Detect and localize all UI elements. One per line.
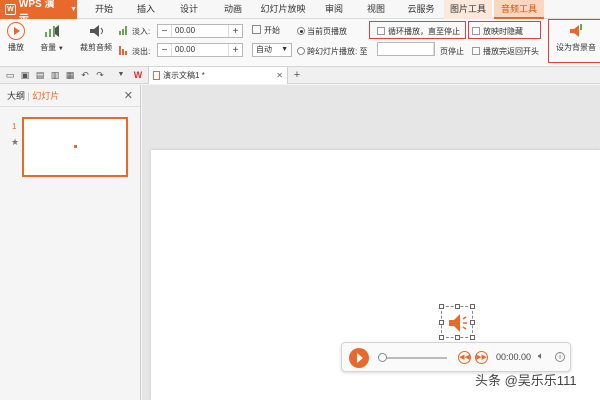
app-menu-button[interactable]: W WPS 演示 ▼ [0, 0, 77, 25]
play-button[interactable]: 播放 [4, 22, 28, 53]
progress-track[interactable] [379, 357, 447, 359]
chevron-down-icon: ▼ [281, 46, 288, 53]
volume-label: 音量 [40, 43, 57, 52]
slide-thumbnail[interactable] [22, 117, 128, 177]
clock-icon [252, 25, 261, 34]
close-icon[interactable]: ✕ [124, 85, 133, 107]
resize-handle[interactable] [455, 304, 460, 309]
preview-icon[interactable]: ▦ [65, 70, 75, 80]
minus-icon[interactable]: − [158, 26, 171, 37]
open-folder-icon[interactable]: ▭ [5, 70, 15, 80]
highlight-box-loop [369, 21, 466, 39]
resize-handle[interactable] [470, 304, 475, 309]
tab-slideshow[interactable]: 幻灯片放映 [258, 0, 308, 19]
menu-bar: W WPS 演示 ▼ 开始 插入 设计 动画 幻灯片放映 审阅 视图 云服务 图… [0, 0, 600, 25]
start-select-value: 自动 [256, 45, 272, 54]
redo-icon[interactable]: ↷ [95, 70, 105, 80]
rewind-checkbox[interactable]: 播放完返回开头 [472, 46, 539, 57]
resize-handle[interactable] [455, 335, 460, 340]
stop-page-value[interactable] [378, 43, 434, 55]
wps-home-icon[interactable]: W [133, 70, 143, 80]
wps-logo-icon: W [5, 4, 16, 15]
tab-audio-tools[interactable]: 音频工具 [494, 0, 544, 19]
fade-out-stepper[interactable]: − 00.00 + [157, 43, 243, 57]
tab-animation[interactable]: 动画 [219, 0, 247, 19]
tab-slides[interactable]: 幻灯片 [32, 91, 59, 101]
tab-design[interactable]: 设计 [175, 0, 203, 19]
tab-view[interactable]: 视图 [362, 0, 390, 19]
speaker-scissors-icon [90, 25, 103, 37]
document-tab[interactable]: 演示文稿1 * ✕ [148, 67, 288, 84]
watermark: 头条 @吴乐乐111 [475, 373, 577, 388]
fade-out-value[interactable]: 00.00 [171, 44, 229, 56]
cross-slide-radio[interactable]: 跨幻灯片播放: 至 [297, 46, 367, 57]
fade-in-stepper[interactable]: − 00.00 + [157, 24, 243, 38]
radio-icon [297, 47, 305, 55]
tab-review[interactable]: 审阅 [320, 0, 348, 19]
page-stop-label: 页停止 [440, 47, 464, 56]
trim-audio-button[interactable]: 裁剪音频 [76, 22, 116, 53]
print-icon[interactable]: ▥ [50, 70, 60, 80]
resize-handle[interactable] [470, 320, 475, 325]
save-icon[interactable]: ▣ [20, 70, 30, 80]
export-icon[interactable]: ▤ [35, 70, 45, 80]
volume-icon[interactable]: 🔈︎ [538, 351, 544, 362]
fade-in-label: 淡入: [132, 27, 151, 36]
fade-in-value[interactable]: 00.00 [171, 25, 229, 37]
close-icon[interactable]: ✕ [276, 67, 283, 84]
chevron-down-icon: ▼ [70, 6, 77, 13]
play-label: 播放 [8, 43, 24, 52]
document-title: 演示文稿1 * [163, 71, 205, 80]
tab-home[interactable]: 开始 [90, 0, 118, 19]
volume-icon [45, 25, 59, 37]
info-icon[interactable]: i [555, 352, 565, 362]
slides-panel: 大纲 | 幻灯片 ✕ 1 ★ [0, 85, 141, 400]
resize-handle[interactable] [470, 335, 475, 340]
highlight-box-hide [468, 21, 541, 39]
audio-player: ◀◀ ▶▶ 00:00.00 🔈︎ i [341, 342, 571, 372]
player-time: 00:00.00 [496, 352, 532, 362]
fade-out-label: 淡出: [132, 47, 151, 56]
trim-audio-label: 裁剪音频 [80, 43, 112, 52]
resize-handle[interactable] [439, 320, 444, 325]
tab-insert[interactable]: 插入 [132, 0, 160, 19]
progress-knob[interactable] [378, 353, 387, 362]
checkbox-icon [472, 47, 480, 55]
document-icon [153, 71, 160, 80]
resize-handle[interactable] [439, 335, 444, 340]
chevron-down-icon[interactable]: ▼ [116, 70, 126, 80]
volume-button[interactable]: 音量 ▼ [36, 22, 68, 53]
rewind-icon[interactable]: ◀◀ [458, 351, 471, 364]
panel-tabs: 大纲 | 幻灯片 ✕ [0, 85, 140, 107]
add-tab-icon[interactable]: + [292, 70, 302, 81]
radio-icon [297, 27, 305, 35]
plus-icon[interactable]: + [229, 26, 242, 37]
stop-page-stepper[interactable] [377, 42, 435, 56]
undo-icon[interactable]: ↶ [80, 70, 90, 80]
fade-out-icon [119, 46, 127, 55]
highlight-box-bg-music [548, 19, 600, 63]
tab-picture-tools[interactable]: 图片工具 [444, 0, 492, 19]
quick-access-bar: ▭ ▣ ▤ ▥ ▦ ↶ ↷ ▼ W 演示文稿1 * ✕ + [0, 67, 600, 84]
fade-in-icon [119, 26, 127, 35]
star-icon: ★ [11, 137, 20, 147]
start-label: 开始 [252, 25, 280, 36]
tab-cloud[interactable]: 云服务 [404, 0, 438, 19]
resize-handle[interactable] [439, 304, 444, 309]
tab-outline[interactable]: 大纲 [7, 91, 25, 101]
forward-icon[interactable]: ▶▶ [475, 351, 488, 364]
start-select[interactable]: 自动 ▼ [252, 43, 292, 57]
current-page-radio[interactable]: 当前页播放 [297, 26, 347, 37]
player-play-button[interactable] [349, 348, 369, 368]
ribbon-audio-tools: 播放 音量 ▼ 裁剪音频 淡入: − 00.00 + 淡出: − 00.00 +… [0, 19, 600, 67]
audio-object[interactable] [439, 304, 475, 340]
play-icon [7, 22, 25, 40]
speaker-icon [449, 314, 467, 332]
slide-number: 1 [12, 122, 17, 131]
minus-icon[interactable]: − [158, 45, 171, 56]
plus-icon[interactable]: + [229, 45, 242, 56]
